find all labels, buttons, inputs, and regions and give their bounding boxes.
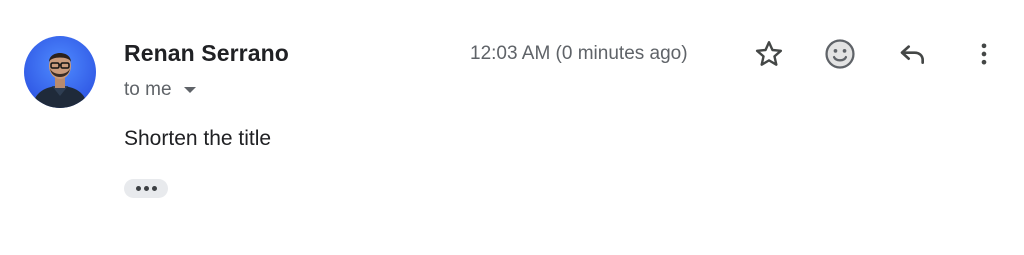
ellipsis-dot xyxy=(135,186,141,191)
recipient-details-toggle[interactable]: to me xyxy=(124,76,196,104)
show-trimmed-content-button[interactable] xyxy=(124,179,168,198)
reply-icon xyxy=(900,45,924,64)
reply-button[interactable] xyxy=(892,34,932,74)
ellipsis-dot xyxy=(143,186,149,191)
message-body: Shorten the title xyxy=(124,127,272,150)
avatar[interactable] xyxy=(24,36,96,108)
ellipsis-dot xyxy=(151,186,157,191)
chevron-down-icon xyxy=(183,87,196,93)
add-reaction-button[interactable] xyxy=(820,34,860,74)
recipient-label: to me xyxy=(124,79,172,100)
email-message: Renan Serrano to me 12:03 AM (0 minutes … xyxy=(0,0,1024,255)
sender-name[interactable]: Renan Serrano xyxy=(124,38,289,68)
star-button[interactable] xyxy=(749,34,789,74)
star-icon xyxy=(755,41,783,66)
timestamp: 12:03 AM (0 minutes ago) xyxy=(470,43,688,64)
emoji-reaction-icon xyxy=(825,39,855,69)
more-options-button[interactable] xyxy=(964,34,1004,74)
more-vertical-icon xyxy=(981,43,987,65)
